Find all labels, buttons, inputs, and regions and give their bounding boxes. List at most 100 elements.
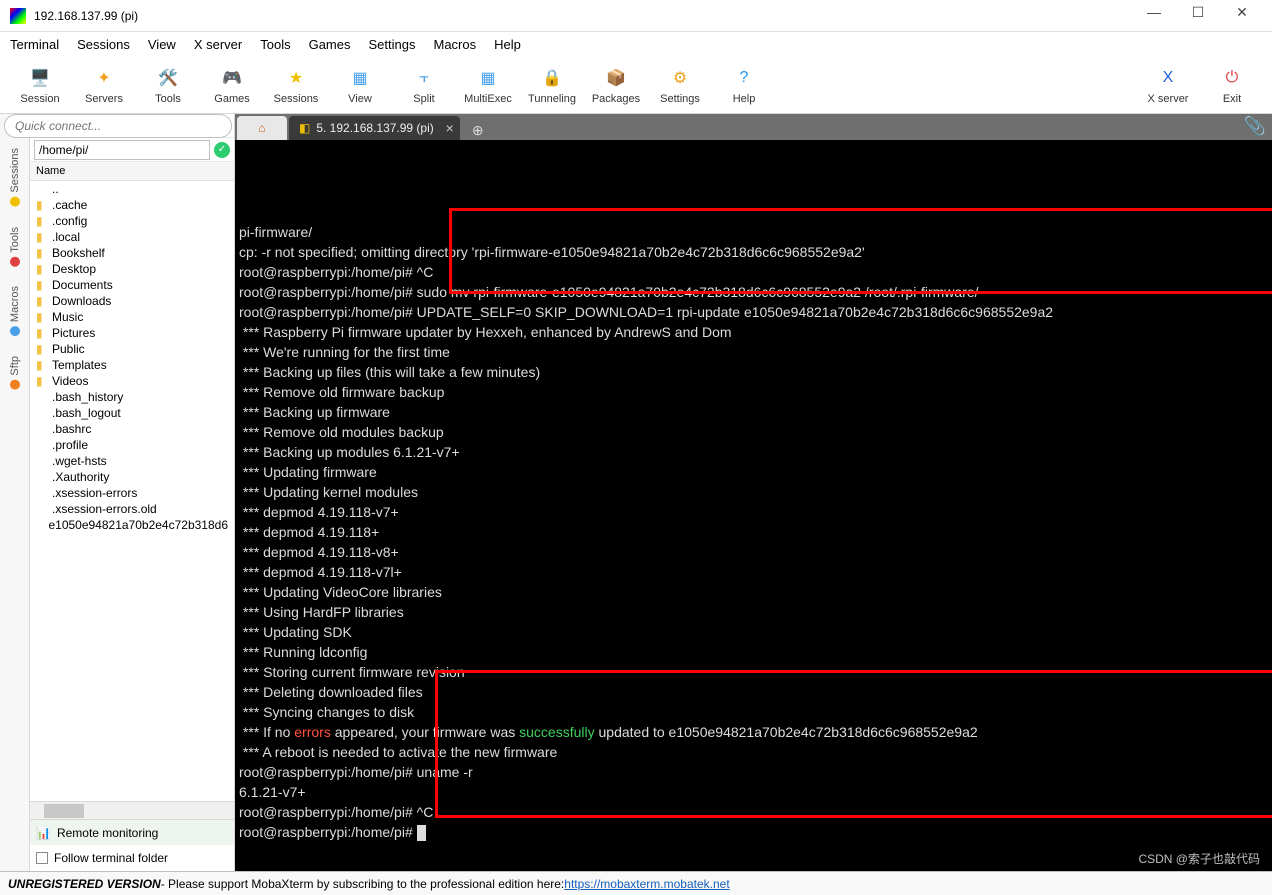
folder-item[interactable]: ▮Pictures xyxy=(30,325,234,341)
tool-multiexec[interactable]: ▦MultiExec xyxy=(456,65,520,105)
sftp-sidebar: 📁 ⬇ ⬆ ⟳ 📂 📄 ✖ ✓ Name ..▮.cache▮.config▮.… xyxy=(30,114,235,871)
terminal-line: *** Raspberry Pi firmware updater by Hex… xyxy=(239,322,1268,342)
quick-connect-input[interactable] xyxy=(4,114,232,138)
tool-session[interactable]: 🖥️Session xyxy=(8,65,72,105)
menu-x-server[interactable]: X server xyxy=(194,37,242,52)
menu-settings[interactable]: Settings xyxy=(369,37,416,52)
file-item[interactable]: .Xauthority xyxy=(30,469,234,485)
terminal-text: root@raspberrypi:/home/pi# sudo mv rpi-f… xyxy=(239,284,979,300)
tool-servers[interactable]: ✦Servers xyxy=(72,65,136,105)
maximize-button[interactable]: ☐ xyxy=(1178,4,1218,28)
window-controls: — ☐ ✕ xyxy=(1134,4,1262,28)
tool-sessions[interactable]: ★Sessions xyxy=(264,65,328,105)
tab-close-icon[interactable]: × xyxy=(446,120,454,136)
file-name: .wget-hsts xyxy=(52,454,107,468)
folder-item[interactable]: ▮Templates xyxy=(30,357,234,373)
file-name: Pictures xyxy=(52,326,95,340)
tool-view[interactable]: ▦ View xyxy=(328,65,392,105)
menu-view[interactable]: View xyxy=(148,37,176,52)
terminal-line: *** depmod 4.19.118-v8+ xyxy=(239,542,1268,562)
file-item[interactable]: .bash_history xyxy=(30,389,234,405)
terminal-text: *** Updating kernel modules xyxy=(239,484,418,500)
tool-label: View xyxy=(348,93,372,105)
tab-strip: ⌂ ◧ 5. 192.168.137.99 (pi) × ⊕ 📎 xyxy=(235,114,1272,140)
side-tab-sftp[interactable]: Sftp xyxy=(7,346,23,400)
terminal-line: *** depmod 4.19.118-v7l+ xyxy=(239,562,1268,582)
folder-item[interactable]: ▮Videos xyxy=(30,373,234,389)
tool-label: Tools xyxy=(155,93,181,105)
sftp-dot-icon xyxy=(10,380,20,390)
menu-terminal[interactable]: Terminal xyxy=(10,37,59,52)
file-item[interactable]: .bashrc xyxy=(30,421,234,437)
menu-sessions[interactable]: Sessions xyxy=(77,37,130,52)
folder-item[interactable]: ▮Music xyxy=(30,309,234,325)
terminal-text: *** Using HardFP libraries xyxy=(239,604,404,620)
folder-item[interactable]: ▮.config xyxy=(30,213,234,229)
close-button[interactable]: ✕ xyxy=(1222,4,1262,28)
terminal-line: *** Updating SDK xyxy=(239,622,1268,642)
terminal-text: *** Backing up modules 6.1.21-v7+ xyxy=(239,444,460,460)
tool-x-server[interactable]: XX server xyxy=(1136,65,1200,105)
minimize-button[interactable]: — xyxy=(1134,4,1174,28)
folder-item[interactable]: ▮Documents xyxy=(30,277,234,293)
terminal-text: *** We're running for the first time xyxy=(239,344,450,360)
tool-label: Help xyxy=(733,93,756,105)
sftp-path-input[interactable] xyxy=(34,140,210,160)
file-list-header[interactable]: Name xyxy=(30,162,234,181)
folder-item[interactable]: ▮Downloads xyxy=(30,293,234,309)
terminal-line: *** Storing current firmware revision xyxy=(239,662,1268,682)
tool-settings[interactable]: ⚙Settings xyxy=(648,65,712,105)
file-name: Templates xyxy=(52,358,107,372)
terminal-line: *** If no errors appeared, your firmware… xyxy=(239,722,1268,742)
terminal[interactable]: pi-firmware/cp: -r not specified; omitti… xyxy=(235,140,1272,871)
terminal-text: 6.1.21-v7+ xyxy=(239,784,306,800)
tool-packages[interactable]: 📦Packages xyxy=(584,65,648,105)
file-name: .xsession-errors.old xyxy=(52,502,157,516)
file-item[interactable]: e1050e94821a70b2e4c72b318d6 xyxy=(30,517,234,533)
folder-item[interactable]: ▮.cache xyxy=(30,197,234,213)
tool-games[interactable]: 🎮Games xyxy=(200,65,264,105)
tool-tunneling[interactable]: 🔒Tunneling xyxy=(520,65,584,105)
file-item[interactable]: .profile xyxy=(30,437,234,453)
folder-item[interactable]: ▮Desktop xyxy=(30,261,234,277)
file-item[interactable]: .xsession-errors xyxy=(30,485,234,501)
menu-games[interactable]: Games xyxy=(309,37,351,52)
home-tab[interactable]: ⌂ xyxy=(237,116,287,140)
side-tab-macros[interactable]: Macros xyxy=(7,276,23,346)
tool-help[interactable]: ?Help xyxy=(712,65,776,105)
file-name: Desktop xyxy=(52,262,96,276)
macros-dot-icon xyxy=(10,326,20,336)
file-item-parent[interactable]: .. xyxy=(30,181,234,197)
folder-item[interactable]: ▮Public xyxy=(30,341,234,357)
terminal-text: root@raspberrypi:/home/pi# xyxy=(239,824,417,840)
tool-exit[interactable]: ⏻Exit xyxy=(1200,65,1264,105)
tool-tools[interactable]: 🛠️Tools xyxy=(136,65,200,105)
menu-help[interactable]: Help xyxy=(494,37,521,52)
remote-monitoring-button[interactable]: 📊 Remote monitoring xyxy=(30,819,234,845)
new-tab-button[interactable]: ⊕ xyxy=(466,122,490,140)
active-session-tab[interactable]: ◧ 5. 192.168.137.99 (pi) × xyxy=(289,116,460,140)
side-tab-label: Sftp xyxy=(9,356,21,376)
folder-item[interactable]: ▮.local xyxy=(30,229,234,245)
tool-split[interactable]: ⫟Split xyxy=(392,65,456,105)
file-list-scrollbar[interactable] xyxy=(30,801,234,819)
terminal-line: *** Using HardFP libraries xyxy=(239,602,1268,622)
menu-tools[interactable]: Tools xyxy=(260,37,290,52)
packages-icon: 📦 xyxy=(603,65,629,91)
terminal-text: root@raspberrypi:/home/pi# ^C xyxy=(239,804,433,820)
file-item[interactable]: .wget-hsts xyxy=(30,453,234,469)
menu-macros[interactable]: Macros xyxy=(433,37,476,52)
view-icon: ▦ xyxy=(347,65,373,91)
file-name: .config xyxy=(52,214,87,228)
side-tab-tools[interactable]: Tools xyxy=(7,217,23,277)
status-link[interactable]: https://mobaxterm.mobatek.net xyxy=(564,877,729,891)
terminal-text: successfully xyxy=(519,724,594,740)
folder-item[interactable]: ▮Bookshelf xyxy=(30,245,234,261)
file-item[interactable]: .xsession-errors.old xyxy=(30,501,234,517)
sftp-path-ok-icon[interactable]: ✓ xyxy=(214,142,230,158)
terminal-text: *** depmod 4.19.118-v7+ xyxy=(239,504,399,520)
attachment-icon[interactable]: 📎 xyxy=(1244,116,1266,137)
file-item[interactable]: .bash_logout xyxy=(30,405,234,421)
follow-terminal-checkbox[interactable]: Follow terminal folder xyxy=(30,845,234,871)
side-tab-sessions[interactable]: Sessions xyxy=(7,138,23,217)
